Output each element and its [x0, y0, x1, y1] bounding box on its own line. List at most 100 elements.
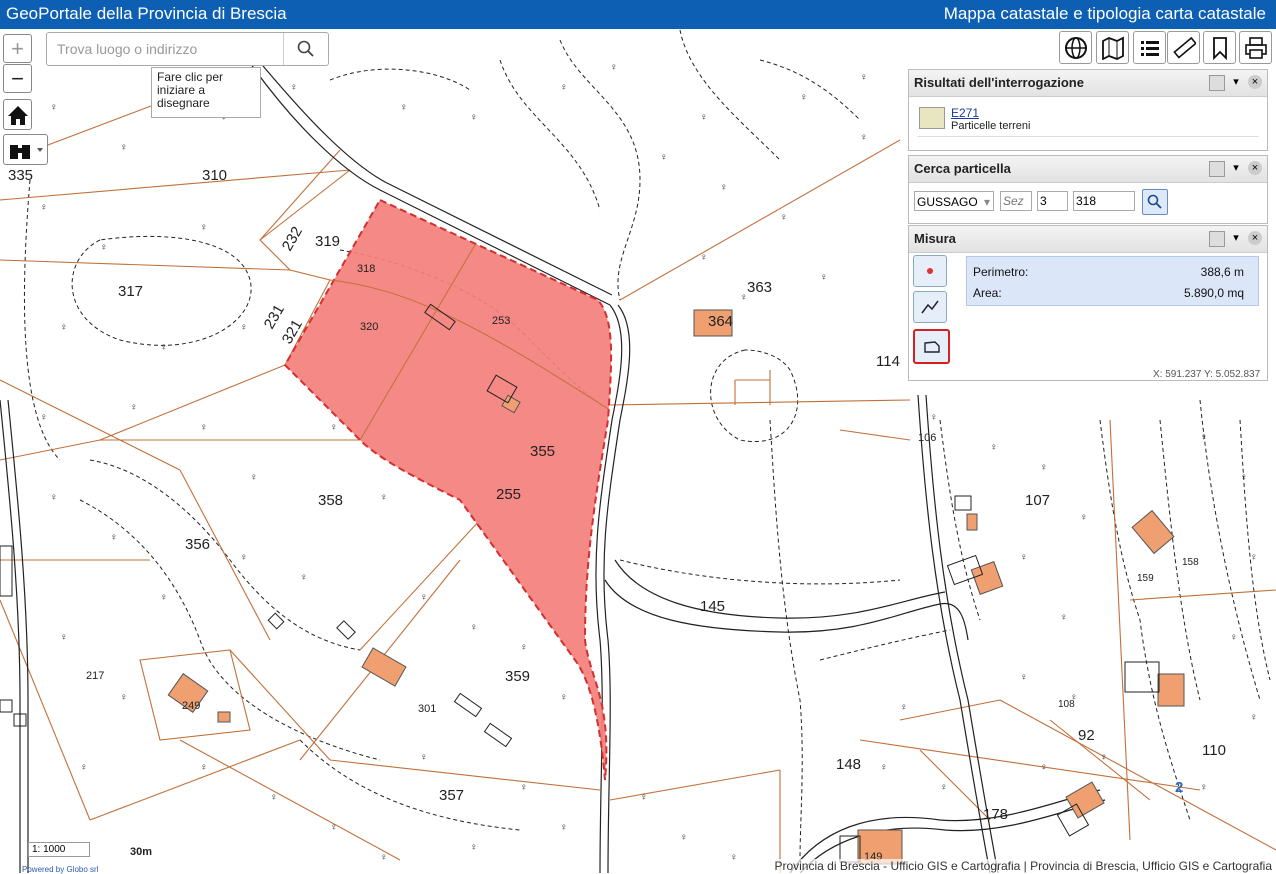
measure-results: Perimetro: 388,6 m Area: 5.890,0 mq: [966, 256, 1259, 306]
results-panel: Risultati dell'interrogazione ▾ × E271 P…: [908, 69, 1268, 151]
svg-text:♀: ♀: [930, 412, 938, 423]
svg-text:♀: ♀: [250, 472, 258, 483]
popout-icon[interactable]: [1209, 161, 1225, 177]
chevron-down-icon[interactable]: ▾: [1229, 231, 1243, 245]
scale-bar-label: 30m: [130, 846, 153, 858]
result-link[interactable]: E271: [951, 106, 979, 120]
parcel-label: 217: [86, 670, 104, 682]
close-icon[interactable]: ×: [1248, 231, 1262, 245]
svg-text:♀: ♀: [110, 532, 118, 543]
svg-text:♀: ♀: [380, 852, 388, 863]
popout-icon[interactable]: [1209, 75, 1225, 91]
point-icon: [927, 268, 933, 274]
parcel-label: 320: [360, 321, 378, 333]
svg-text:♀: ♀: [1100, 752, 1108, 763]
parcel-label: 364: [708, 313, 733, 330]
svg-text:♀: ♀: [300, 572, 308, 583]
results-panel-header: Risultati dell'interrogazione ▾ ×: [909, 70, 1267, 97]
svg-text:♀: ♀: [610, 62, 618, 73]
zoom-in-button[interactable]: +: [3, 34, 32, 63]
parcel-label: 319: [315, 233, 340, 250]
svg-text:♀: ♀: [660, 152, 668, 163]
parcel-label: 2: [1175, 779, 1183, 796]
comune-value: GUSSAGO: [917, 195, 978, 209]
svg-text:♀: ♀: [80, 762, 88, 773]
map-title: Mappa catastale e tipologia carta catast…: [943, 4, 1266, 23]
svg-text:♀: ♀: [860, 72, 868, 83]
parcel-label: 318: [357, 263, 375, 275]
chevron-down-icon[interactable]: ▾: [1229, 75, 1243, 89]
list-icon: [1140, 40, 1159, 56]
svg-text:♀: ♀: [900, 702, 908, 713]
parcel-label: 317: [118, 283, 143, 300]
svg-text:♀: ♀: [800, 92, 808, 103]
polyline-icon: [921, 300, 939, 314]
layers-list-button[interactable]: [1133, 31, 1166, 64]
parcel-label: 159: [1137, 573, 1154, 584]
popout-icon[interactable]: [1209, 231, 1225, 247]
chevron-down-icon: ▾: [983, 195, 990, 209]
app-header: GeoPortale della Provincia di Brescia Ma…: [0, 0, 1276, 29]
cerca-panel-header: Cerca particella ▾ ×: [909, 156, 1267, 183]
print-button[interactable]: [1239, 31, 1272, 64]
search-icon: [1147, 194, 1162, 209]
chevron-down-icon[interactable]: ▾: [1229, 161, 1243, 175]
svg-text:♀: ♀: [700, 252, 708, 263]
polygon-icon: [923, 340, 940, 353]
close-icon[interactable]: ×: [1248, 75, 1262, 89]
parcel-label: 232: [279, 224, 306, 254]
binoculars-button[interactable]: [3, 134, 48, 165]
map-icon: [1101, 36, 1124, 60]
area-label: Area:: [973, 286, 1002, 300]
parcel-label: 148: [836, 756, 861, 773]
svg-text:♀: ♀: [60, 632, 68, 643]
svg-text:♀: ♀: [990, 442, 998, 453]
parcel-label: 231: [261, 302, 288, 332]
parcel-label: 106: [918, 432, 936, 444]
measure-line-button[interactable]: [913, 291, 947, 323]
divider: [917, 136, 1259, 137]
misura-panel-header: Misura ▾ ×: [909, 226, 1267, 253]
parcel-result-icon: [919, 107, 945, 129]
globe-button[interactable]: [1059, 31, 1092, 64]
parcel-label: 358: [318, 492, 343, 509]
search-button[interactable]: [283, 33, 328, 65]
particella-field[interactable]: [1073, 191, 1135, 211]
cerca-panel: Cerca particella ▾ × GUSSAGO ▾: [908, 155, 1268, 224]
cerca-search-button[interactable]: [1142, 189, 1168, 215]
measure-button[interactable]: [1167, 31, 1200, 64]
misura-panel-title: Misura: [914, 231, 956, 246]
parcel-label: 92: [1078, 727, 1095, 744]
svg-text:♀: ♀: [1230, 632, 1238, 643]
search-input[interactable]: [55, 33, 289, 65]
svg-text:♀: ♀: [50, 102, 58, 113]
svg-text:♀: ♀: [270, 792, 278, 803]
search-icon: [297, 40, 314, 57]
home-button[interactable]: [3, 99, 32, 130]
parcel-label: 145: [700, 598, 725, 615]
comune-select[interactable]: GUSSAGO ▾: [914, 191, 994, 211]
sez-field[interactable]: [1000, 191, 1032, 211]
globe-icon: [1064, 36, 1087, 59]
binoculars-icon: [9, 144, 43, 159]
svg-text:♀: ♀: [860, 132, 868, 143]
svg-text:♀: ♀: [1080, 512, 1088, 523]
parcel-label: 301: [418, 703, 436, 715]
svg-text:♀: ♀: [400, 102, 408, 113]
svg-text:♀: ♀: [720, 182, 728, 193]
svg-text:♀: ♀: [820, 272, 828, 283]
svg-text:♀: ♀: [1060, 612, 1068, 623]
svg-text:♀: ♀: [560, 822, 568, 833]
measure-point-button[interactable]: [913, 255, 947, 287]
home-icon: [7, 105, 28, 125]
close-icon[interactable]: ×: [1248, 161, 1262, 175]
perimetro-value: 388,6 m: [1200, 265, 1244, 279]
map-button[interactable]: [1096, 31, 1129, 64]
measure-area-button[interactable]: [913, 329, 950, 364]
coordinate-readout: X: 591.237 Y: 5.052.837: [1153, 369, 1261, 380]
zoom-out-button[interactable]: −: [3, 64, 32, 93]
bookmark-button[interactable]: [1203, 31, 1236, 64]
foglio-field[interactable]: [1037, 191, 1068, 211]
svg-text:♀: ♀: [200, 222, 208, 233]
svg-text:♀: ♀: [100, 242, 108, 253]
